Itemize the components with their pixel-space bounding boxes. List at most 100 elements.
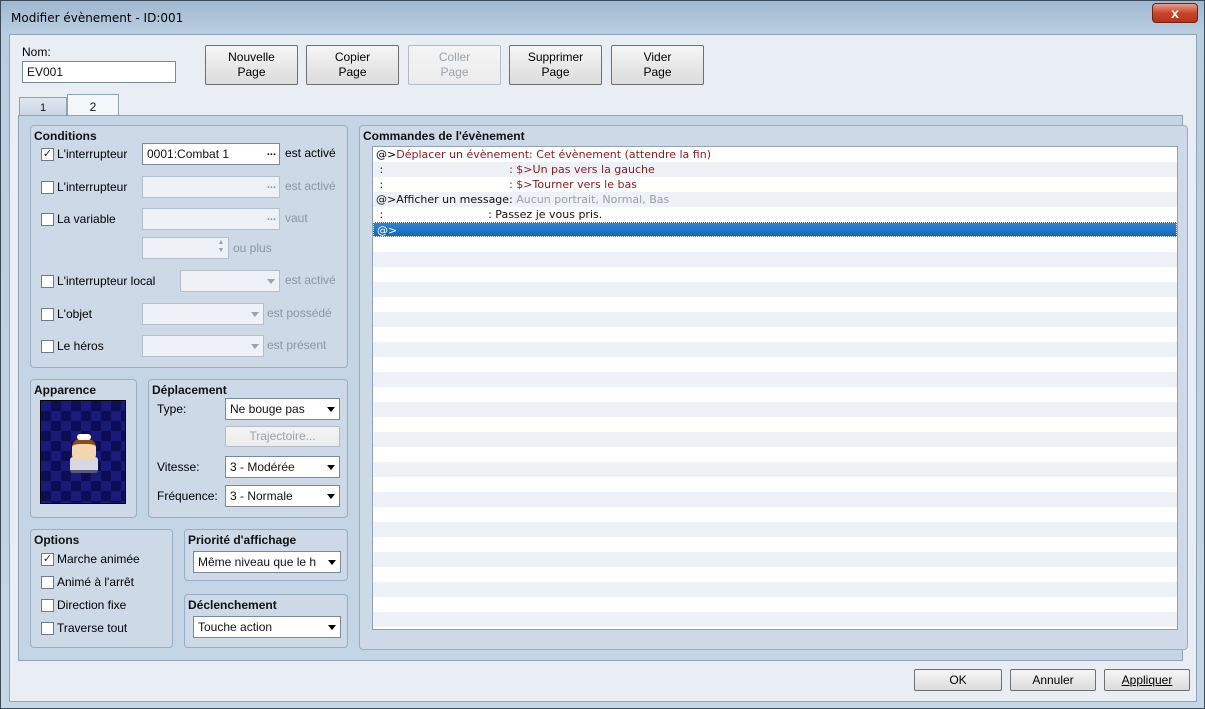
- command-row[interactable]: [373, 567, 1177, 582]
- title-bar[interactable]: Modifier évènement - ID:001 x: [1, 1, 1204, 35]
- command-row[interactable]: [373, 432, 1177, 447]
- tab-page-1[interactable]: 1: [19, 97, 67, 117]
- command-row[interactable]: [373, 297, 1177, 312]
- command-row[interactable]: [373, 612, 1177, 627]
- ellipsis-icon[interactable]: ...: [267, 179, 276, 191]
- ellipsis-icon[interactable]: ...: [267, 211, 276, 223]
- movement-group: Déplacement Type: Ne bouge pas Trajectoi…: [148, 379, 348, 518]
- options-title: Options: [34, 533, 80, 547]
- clear-page-button[interactable]: Vider Page: [611, 45, 704, 85]
- cancel-button[interactable]: Annuler: [1010, 669, 1096, 691]
- variable-label: La variable: [57, 212, 116, 226]
- switch2-field[interactable]: ...: [142, 176, 280, 198]
- command-row[interactable]: [373, 537, 1177, 552]
- command-row[interactable]: [373, 342, 1177, 357]
- priority-select[interactable]: Même niveau que le h: [193, 551, 341, 573]
- command-row[interactable]: : : $>Un pas vers la gauche: [373, 162, 1177, 177]
- commands-title: Commandes de l'évènement: [363, 129, 525, 143]
- command-row[interactable]: : : Passez je vous pris.: [373, 207, 1177, 222]
- chevron-down-icon: [251, 312, 259, 317]
- command-row[interactable]: @>: [373, 222, 1177, 237]
- command-row[interactable]: [373, 387, 1177, 402]
- item-checkbox[interactable]: [41, 308, 54, 321]
- route-button[interactable]: Trajectoire...: [225, 426, 340, 447]
- button-label-line1: Coller: [438, 50, 471, 64]
- spinner-arrows-icon[interactable]: ▲ ▼: [216, 239, 226, 257]
- variable-field[interactable]: ...: [142, 208, 280, 230]
- speed-label: Vitesse:: [157, 460, 200, 474]
- event-graphic[interactable]: [40, 400, 126, 504]
- speed-select[interactable]: 3 - Modérée: [225, 456, 340, 478]
- self-switch-suffix: est activé: [285, 273, 336, 287]
- variable-checkbox[interactable]: [41, 213, 54, 226]
- command-row[interactable]: [373, 462, 1177, 477]
- command-row[interactable]: @>Déplacer un évènement: Cet évènement (…: [373, 147, 1177, 162]
- option-checkbox[interactable]: [41, 599, 54, 612]
- apply-button[interactable]: Appliquer: [1104, 669, 1190, 691]
- item-label: L'objet: [57, 307, 92, 321]
- button-label-line1: Nouvelle: [228, 50, 275, 64]
- command-row[interactable]: [373, 582, 1177, 597]
- actor-checkbox[interactable]: [41, 340, 54, 353]
- command-row[interactable]: [373, 237, 1177, 252]
- conditions-title: Conditions: [34, 129, 97, 143]
- priority-title: Priorité d'affichage: [188, 533, 297, 547]
- option-checkbox[interactable]: [41, 576, 54, 589]
- tab-label: 1: [39, 102, 47, 114]
- command-row[interactable]: [373, 312, 1177, 327]
- options-group: Options ✓ Marche animée Animé à l'arrêt Dir…: [30, 529, 173, 648]
- button-label-line2: Page: [338, 65, 367, 79]
- switch2-checkbox[interactable]: [41, 181, 54, 194]
- name-input[interactable]: EV001: [22, 61, 176, 83]
- actor-label: Le héros: [57, 339, 104, 353]
- actor-select[interactable]: [142, 335, 264, 357]
- apply-label: Appliquer: [1121, 672, 1173, 687]
- appearance-title: Apparence: [34, 383, 97, 397]
- command-row[interactable]: @>Afficher un message: Aucun portrait, N…: [373, 192, 1177, 207]
- command-row[interactable]: [373, 492, 1177, 507]
- option-checkbox[interactable]: [41, 622, 54, 635]
- command-row[interactable]: [373, 327, 1177, 342]
- frequency-select[interactable]: 3 - Normale: [225, 485, 340, 507]
- item-suffix: est possédé: [267, 306, 332, 320]
- command-row[interactable]: [373, 507, 1177, 522]
- speed-value: 3 - Modérée: [230, 460, 295, 474]
- button-label-line2: Page: [440, 65, 469, 79]
- command-row[interactable]: [373, 597, 1177, 612]
- command-row[interactable]: [373, 477, 1177, 492]
- self-switch-select[interactable]: [180, 270, 280, 292]
- delete-page-button[interactable]: Supprimer Page: [509, 45, 602, 85]
- button-label-line1: Copier: [334, 50, 371, 64]
- trigger-select[interactable]: Touche action: [193, 616, 341, 638]
- switch1-checkbox[interactable]: ✓: [41, 148, 54, 161]
- item-select[interactable]: [142, 303, 264, 325]
- command-row[interactable]: [373, 267, 1177, 282]
- command-row[interactable]: [373, 402, 1177, 417]
- chevron-down-icon: [267, 279, 275, 284]
- command-row[interactable]: [373, 447, 1177, 462]
- command-row[interactable]: : : $>Tourner vers le bas: [373, 177, 1177, 192]
- chevron-down-icon: [327, 465, 335, 470]
- movement-type-select[interactable]: Ne bouge pas: [225, 398, 340, 420]
- command-prefix: @>: [377, 224, 398, 237]
- command-row[interactable]: [373, 372, 1177, 387]
- ok-button[interactable]: OK: [914, 669, 1002, 691]
- new-page-button[interactable]: Nouvelle Page: [205, 45, 298, 85]
- command-row[interactable]: [373, 252, 1177, 267]
- command-row[interactable]: [373, 522, 1177, 537]
- close-button[interactable]: x: [1152, 3, 1198, 23]
- self-switch-checkbox[interactable]: [41, 275, 54, 288]
- command-list[interactable]: @>Déplacer un évènement: Cet évènement (…: [372, 146, 1178, 630]
- ellipsis-icon[interactable]: ...: [267, 146, 276, 158]
- tab-label: 2: [89, 100, 97, 114]
- command-row[interactable]: [373, 552, 1177, 567]
- command-row[interactable]: [373, 282, 1177, 297]
- command-row[interactable]: [373, 357, 1177, 372]
- switch1-field[interactable]: 0001:Combat 1...: [142, 143, 280, 165]
- actor-suffix: est présent: [267, 338, 327, 352]
- paste-page-button[interactable]: Coller Page: [408, 45, 501, 85]
- command-row[interactable]: [373, 417, 1177, 432]
- variable-amount-stepper[interactable]: ▲ ▼: [142, 237, 229, 259]
- option-checkbox[interactable]: ✓: [41, 553, 54, 566]
- copy-page-button[interactable]: Copier Page: [306, 45, 399, 85]
